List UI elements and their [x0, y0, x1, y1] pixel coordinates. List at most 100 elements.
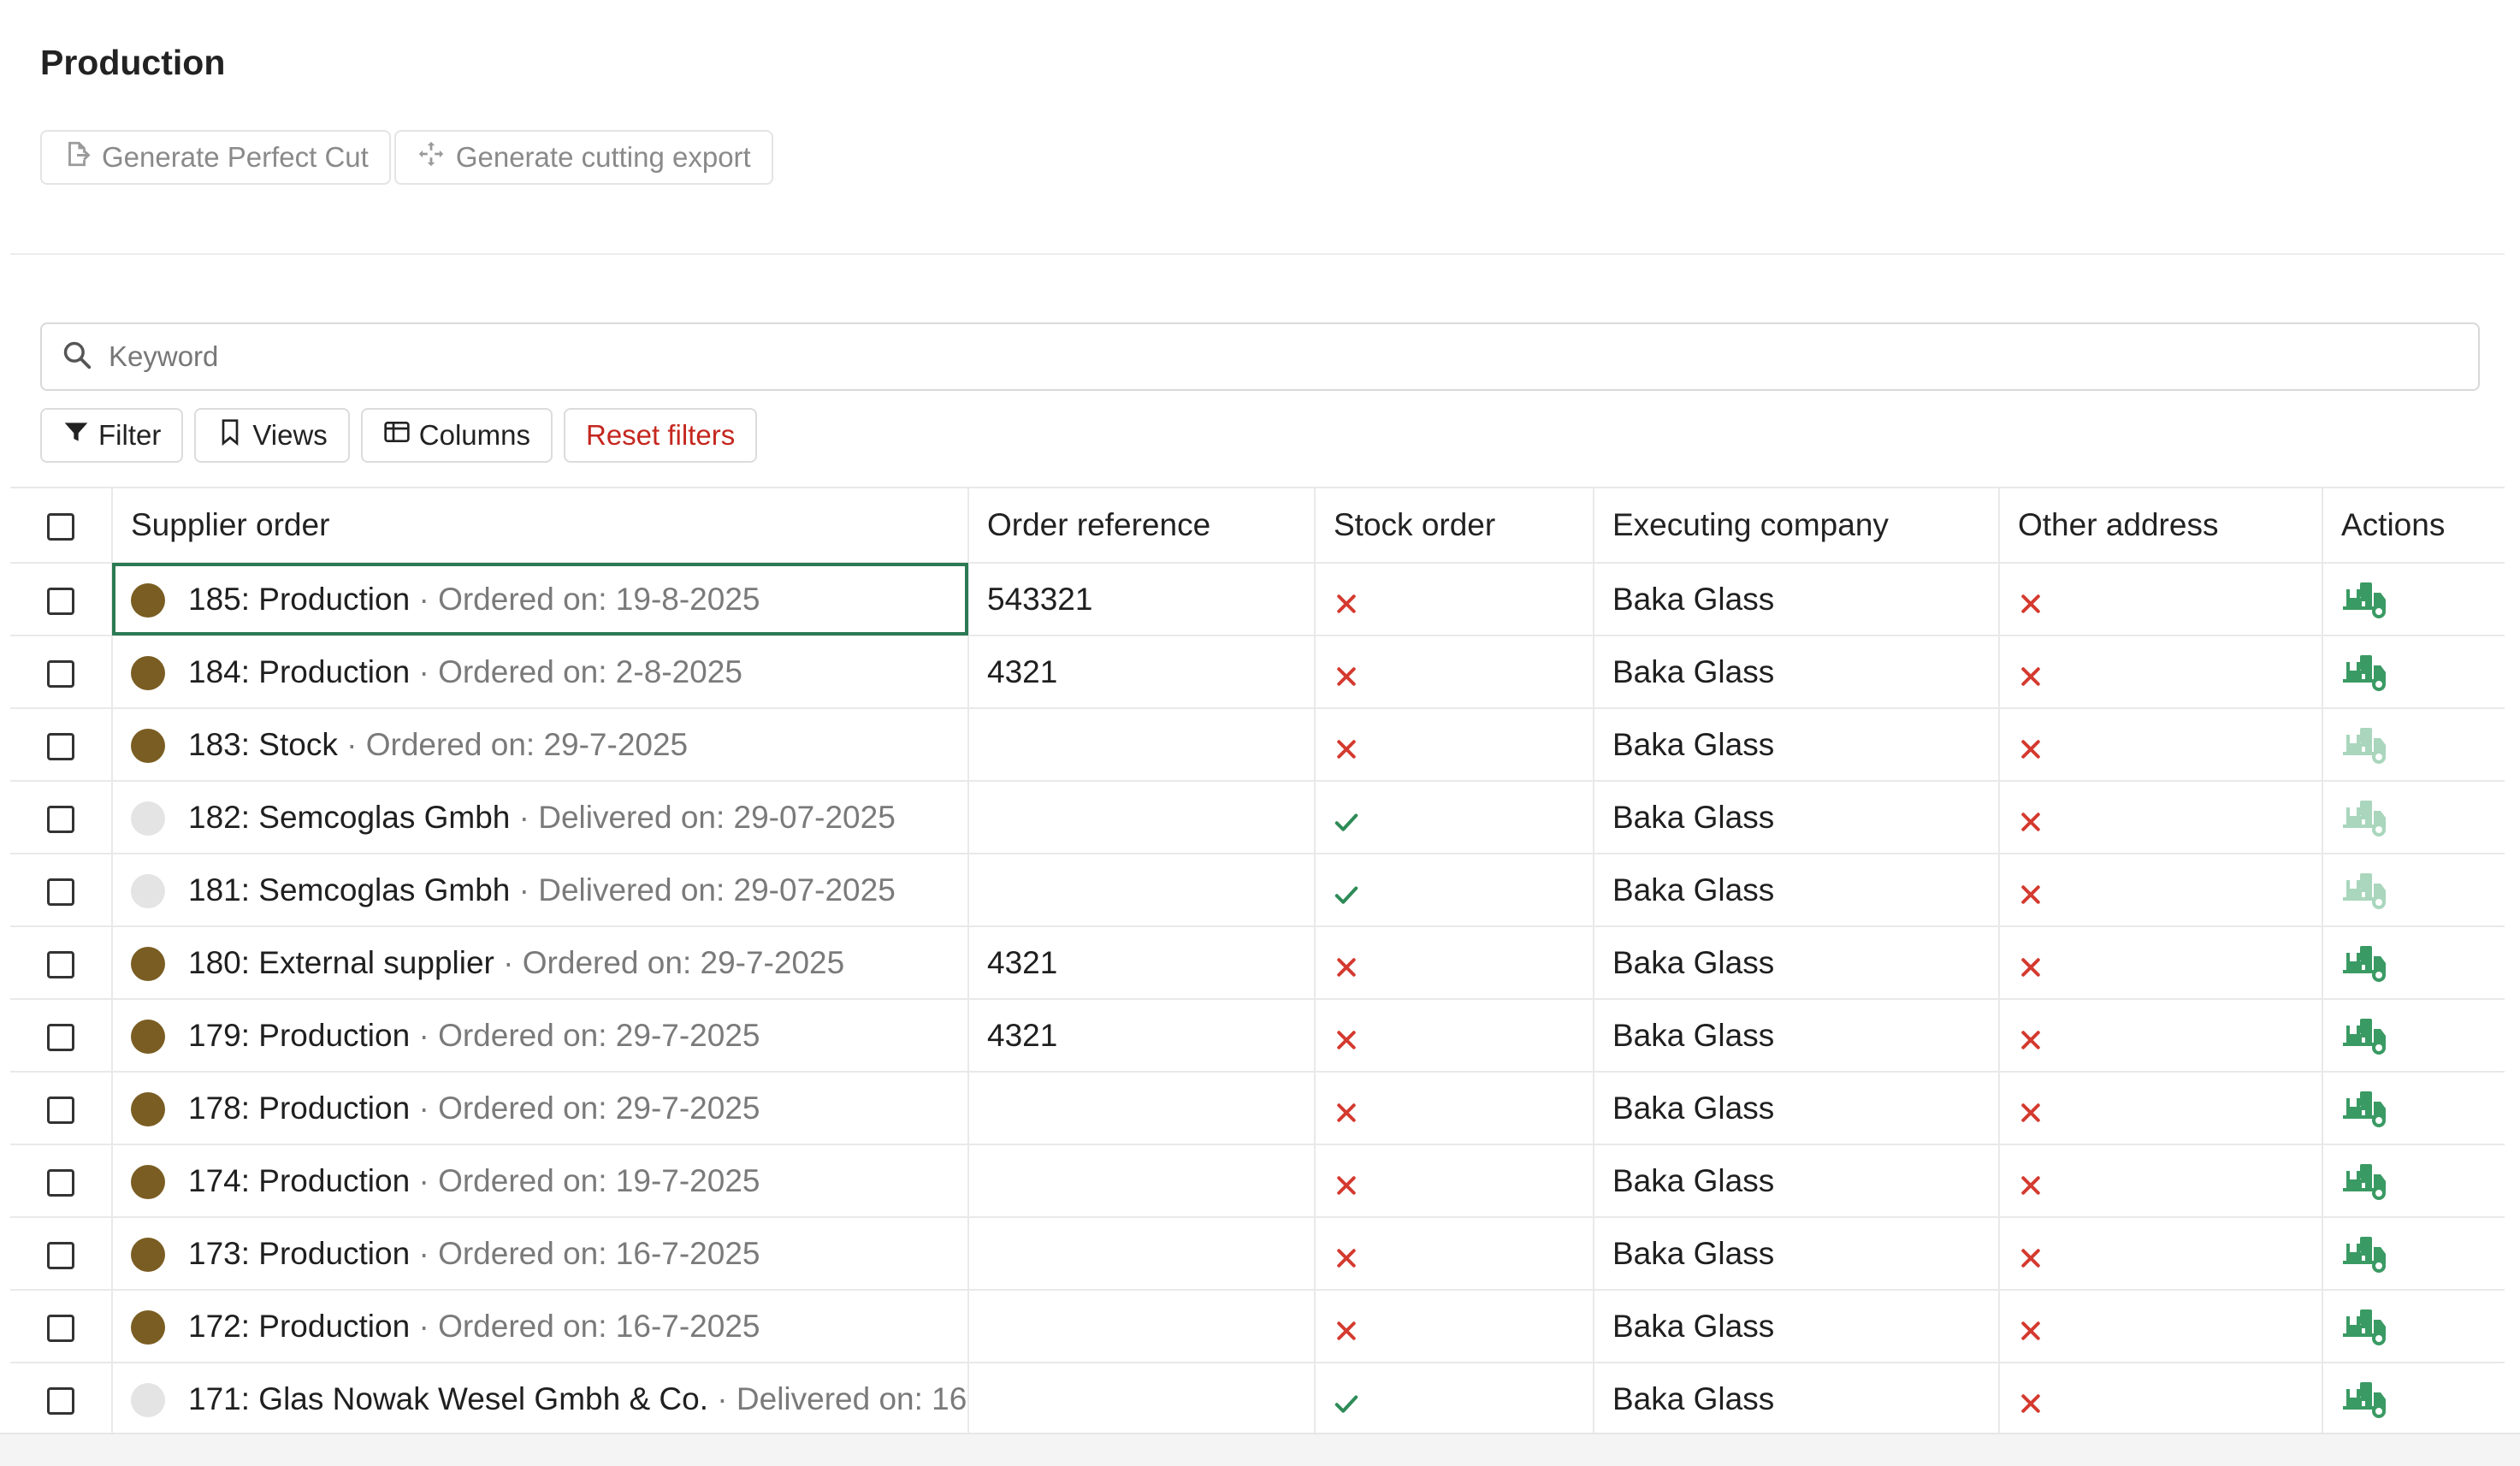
row-checkbox[interactable]	[47, 878, 74, 906]
row-checkbox[interactable]	[47, 587, 74, 615]
row-checkbox[interactable]	[47, 1386, 74, 1415]
row-select-cell	[10, 563, 113, 636]
cross-icon	[2018, 1315, 2044, 1341]
order-reference-cell[interactable]	[968, 1144, 1316, 1218]
executing-company-cell[interactable]: Baka Glass	[1594, 1363, 2000, 1433]
order-date: · Ordered on: 16-7-2025	[418, 1236, 760, 1272]
executing-company-cell[interactable]: Baka Glass	[1594, 563, 2000, 636]
table-row[interactable]: 174: Production · Ordered on: 19-7-2025 B…	[10, 1144, 2505, 1218]
supplier-order-cell[interactable]: 178: Production · Ordered on: 29-7-2025	[112, 1072, 969, 1145]
executing-company-cell[interactable]: Baka Glass	[1594, 781, 2000, 854]
executing-company-cell[interactable]: Baka Glass	[1594, 1144, 2000, 1218]
row-checkbox[interactable]	[47, 732, 74, 760]
order-reference-cell[interactable]	[968, 1363, 1316, 1433]
cross-icon	[1334, 1315, 1359, 1341]
supplier-order-cell[interactable]: 185: Production · Ordered on: 19-8-2025	[112, 563, 969, 636]
funnel-icon	[62, 418, 90, 452]
supplier-order-cell[interactable]: 172: Production · Ordered on: 16-7-2025	[112, 1290, 969, 1363]
order-reference-cell[interactable]	[968, 781, 1316, 854]
columns-button[interactable]: Columns	[360, 408, 553, 463]
column-header-stock-order[interactable]: Stock order	[1315, 487, 1594, 564]
generate-cutting-export-button[interactable]: Generate cutting export	[393, 130, 773, 185]
reset-filters-button[interactable]: Reset filters	[564, 408, 758, 463]
order-reference-cell[interactable]	[968, 1072, 1316, 1145]
table-row[interactable]: 184: Production · Ordered on: 2-8-2025 43…	[10, 635, 2505, 709]
delivery-truck-icon[interactable]	[2341, 653, 2387, 692]
delivery-truck-icon[interactable]	[2341, 1090, 2387, 1128]
delivery-truck-icon[interactable]	[2341, 581, 2387, 619]
table-row[interactable]: 182: Semcoglas Gmbh · Delivered on: 29-0…	[10, 781, 2505, 854]
row-checkbox[interactable]	[47, 659, 74, 688]
row-checkbox[interactable]	[47, 1023, 74, 1051]
row-checkbox[interactable]	[47, 1096, 74, 1124]
order-reference-cell[interactable]	[968, 1290, 1316, 1363]
delivery-truck-icon[interactable]	[2341, 1308, 2387, 1346]
table-row[interactable]: 185: Production · Ordered on: 19-8-2025 5…	[10, 563, 2505, 636]
supplier-order-cell[interactable]: 183: Stock · Ordered on: 29-7-2025	[112, 708, 969, 782]
delivery-truck-icon[interactable]	[2341, 1162, 2387, 1201]
table-row[interactable]: 183: Stock · Ordered on: 29-7-2025 Baka G…	[10, 708, 2505, 782]
table-row[interactable]: 173: Production · Ordered on: 16-7-2025 B…	[10, 1217, 2505, 1291]
delivery-truck-icon[interactable]	[2341, 944, 2387, 983]
executing-company-cell[interactable]: Baka Glass	[1594, 1290, 2000, 1363]
executing-company-cell[interactable]: Baka Glass	[1594, 708, 2000, 782]
cross-icon	[2018, 661, 2044, 687]
executing-company-cell[interactable]: Baka Glass	[1594, 635, 2000, 709]
views-button[interactable]: Views	[194, 408, 350, 463]
supplier-order-cell[interactable]: 179: Production · Ordered on: 29-7-2025	[112, 999, 969, 1073]
search-input[interactable]	[107, 340, 2420, 374]
supplier-order-cell[interactable]: 174: Production · Ordered on: 19-7-2025	[112, 1144, 969, 1218]
other-address-cell	[1999, 926, 2323, 1000]
table-row[interactable]: 178: Production · Ordered on: 29-7-2025 B…	[10, 1072, 2505, 1145]
row-select-cell	[10, 1363, 113, 1433]
select-all-checkbox[interactable]	[47, 513, 74, 541]
table-row[interactable]: 171: Glas Nowak Wesel Gmbh & Co. · Deliv…	[10, 1363, 2505, 1433]
row-checkbox[interactable]	[47, 805, 74, 833]
order-reference-cell[interactable]	[968, 708, 1316, 782]
table-row[interactable]: 181: Semcoglas Gmbh · Delivered on: 29-0…	[10, 854, 2505, 927]
supplier-order-cell[interactable]: 173: Production · Ordered on: 16-7-2025	[112, 1217, 969, 1291]
executing-company-cell[interactable]: Baka Glass	[1594, 854, 2000, 927]
generate-perfect-cut-button[interactable]: Generate Perfect Cut	[40, 130, 391, 185]
order-reference-cell[interactable]	[968, 854, 1316, 927]
filter-button[interactable]: Filter	[40, 408, 184, 463]
cross-icon	[2018, 734, 2044, 760]
order-reference-cell[interactable]: 4321	[968, 635, 1316, 709]
order-reference-cell[interactable]: 4321	[968, 926, 1316, 1000]
executing-company-cell[interactable]: Baka Glass	[1594, 1072, 2000, 1145]
order-name: 185: Production	[188, 582, 411, 618]
delivery-truck-icon[interactable]	[2341, 1017, 2387, 1055]
executing-company-cell[interactable]: Baka Glass	[1594, 926, 2000, 1000]
table-row[interactable]: 180: External supplier · Ordered on: 29-…	[10, 926, 2505, 1000]
order-reference-cell[interactable]: 543321	[968, 563, 1316, 636]
column-header-order-reference[interactable]: Order reference	[968, 487, 1316, 564]
row-select-cell	[10, 1072, 113, 1145]
columns-icon	[383, 418, 411, 452]
cross-icon	[2018, 588, 2044, 614]
row-checkbox[interactable]	[47, 950, 74, 978]
executing-company-cell[interactable]: Baka Glass	[1594, 999, 2000, 1073]
cross-icon	[1334, 661, 1359, 687]
column-header-other-address[interactable]: Other address	[1999, 487, 2323, 564]
supplier-order-cell[interactable]: 171: Glas Nowak Wesel Gmbh & Co. · Deliv…	[112, 1363, 969, 1433]
table-row[interactable]: 179: Production · Ordered on: 29-7-2025 4…	[10, 999, 2505, 1073]
delivery-truck-icon[interactable]	[2341, 1380, 2387, 1419]
order-reference-cell[interactable]	[968, 1217, 1316, 1291]
supplier-order-cell[interactable]: 180: External supplier · Ordered on: 29-…	[112, 926, 969, 1000]
column-header-actions: Actions	[2322, 487, 2505, 564]
supplier-order-cell[interactable]: 182: Semcoglas Gmbh · Delivered on: 29-0…	[112, 781, 969, 854]
column-header-supplier-order[interactable]: Supplier order	[112, 487, 969, 564]
horizontal-scrollbar[interactable]	[0, 1433, 2520, 1466]
delivery-truck-icon[interactable]	[2341, 1235, 2387, 1274]
row-checkbox[interactable]	[47, 1168, 74, 1197]
executing-company-cell[interactable]: Baka Glass	[1594, 1217, 2000, 1291]
table-row[interactable]: 172: Production · Ordered on: 16-7-2025 B…	[10, 1290, 2505, 1363]
row-checkbox[interactable]	[47, 1241, 74, 1269]
supplier-order-cell[interactable]: 181: Semcoglas Gmbh · Delivered on: 29-0…	[112, 854, 969, 927]
stock-order-cell	[1315, 926, 1594, 1000]
order-reference-cell[interactable]: 4321	[968, 999, 1316, 1073]
row-checkbox[interactable]	[47, 1314, 74, 1342]
supplier-order-cell[interactable]: 184: Production · Ordered on: 2-8-2025	[112, 635, 969, 709]
search-box[interactable]	[40, 322, 2480, 391]
column-header-executing-company[interactable]: Executing company	[1594, 487, 2000, 564]
